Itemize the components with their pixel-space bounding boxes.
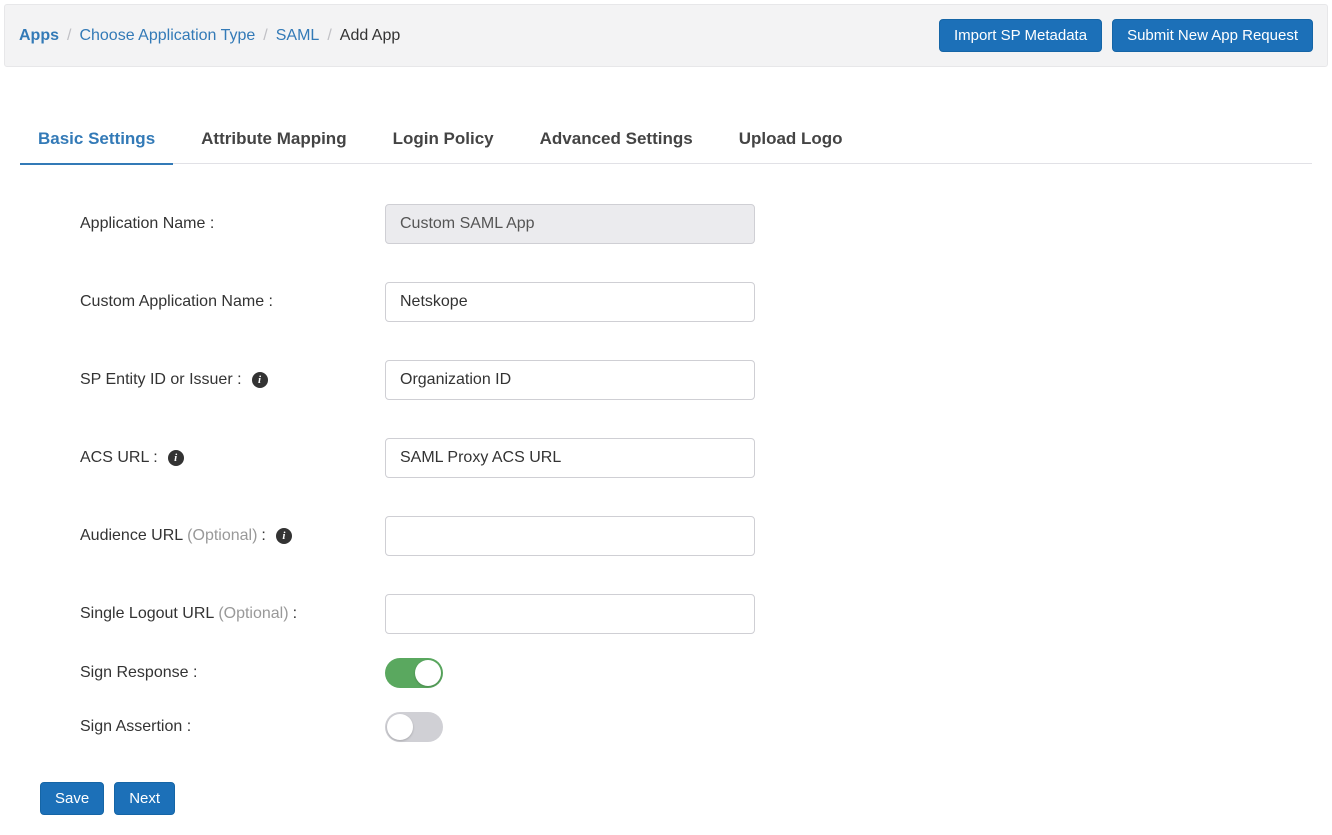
row-single-logout-url: Single Logout URL (Optional) : bbox=[80, 594, 1312, 634]
label-audience-main: Audience URL bbox=[80, 527, 183, 545]
row-acs-url: ACS URL : i bbox=[80, 438, 1312, 478]
toggle-knob bbox=[387, 714, 413, 740]
toggle-sign-assertion[interactable] bbox=[385, 712, 443, 742]
label-app-name: Application Name : bbox=[80, 215, 385, 233]
tabs: Basic Settings Attribute Mapping Login P… bbox=[20, 117, 1312, 164]
topbar-actions: Import SP Metadata Submit New App Reques… bbox=[939, 19, 1313, 52]
breadcrumb: Apps / Choose Application Type / SAML / … bbox=[19, 27, 400, 45]
input-acs-url[interactable] bbox=[385, 438, 755, 478]
tab-login-policy[interactable]: Login Policy bbox=[375, 117, 512, 163]
footer-actions: Save Next bbox=[20, 782, 1312, 815]
breadcrumb-choose-type[interactable]: Choose Application Type bbox=[79, 27, 255, 45]
label-audience-optional: (Optional) bbox=[187, 527, 257, 545]
row-sign-assertion: Sign Assertion : bbox=[80, 712, 1312, 742]
tab-upload-logo[interactable]: Upload Logo bbox=[721, 117, 861, 163]
row-audience-url: Audience URL (Optional) : i bbox=[80, 516, 1312, 556]
label-custom-app-name: Custom Application Name : bbox=[80, 293, 385, 311]
row-custom-app-name: Custom Application Name : bbox=[80, 282, 1312, 322]
label-audience-url: Audience URL (Optional) : i bbox=[80, 527, 385, 545]
tab-attribute-mapping[interactable]: Attribute Mapping bbox=[183, 117, 364, 163]
breadcrumb-sep: / bbox=[67, 27, 71, 45]
input-app-name bbox=[385, 204, 755, 244]
row-app-name: Application Name : bbox=[80, 204, 1312, 244]
breadcrumb-sep: / bbox=[327, 27, 331, 45]
info-icon[interactable]: i bbox=[252, 372, 268, 388]
input-single-logout-url[interactable] bbox=[385, 594, 755, 634]
next-button[interactable]: Next bbox=[114, 782, 175, 815]
label-slo-main: Single Logout URL bbox=[80, 605, 214, 623]
breadcrumb-apps[interactable]: Apps bbox=[19, 27, 59, 45]
label-single-logout-url: Single Logout URL (Optional) : bbox=[80, 605, 385, 623]
label-slo-optional: (Optional) bbox=[218, 605, 288, 623]
label-sp-entity: SP Entity ID or Issuer : i bbox=[80, 371, 385, 389]
label-sign-response: Sign Response : bbox=[80, 664, 385, 682]
tab-basic-settings[interactable]: Basic Settings bbox=[20, 117, 173, 163]
row-sp-entity: SP Entity ID or Issuer : i bbox=[80, 360, 1312, 400]
label-acs-url-text: ACS URL : bbox=[80, 449, 158, 467]
topbar: Apps / Choose Application Type / SAML / … bbox=[4, 4, 1328, 67]
toggle-sign-response[interactable] bbox=[385, 658, 443, 688]
save-button[interactable]: Save bbox=[40, 782, 104, 815]
breadcrumb-sep: / bbox=[263, 27, 267, 45]
info-icon[interactable]: i bbox=[276, 528, 292, 544]
breadcrumb-current: Add App bbox=[340, 27, 401, 45]
input-sp-entity[interactable] bbox=[385, 360, 755, 400]
submit-new-app-request-button[interactable]: Submit New App Request bbox=[1112, 19, 1313, 52]
input-custom-app-name[interactable] bbox=[385, 282, 755, 322]
toggle-knob bbox=[415, 660, 441, 686]
label-sp-entity-text: SP Entity ID or Issuer : bbox=[80, 371, 242, 389]
input-audience-url[interactable] bbox=[385, 516, 755, 556]
breadcrumb-saml[interactable]: SAML bbox=[276, 27, 320, 45]
row-sign-response: Sign Response : bbox=[80, 658, 1312, 688]
tab-advanced-settings[interactable]: Advanced Settings bbox=[522, 117, 711, 163]
form-area: Application Name : Custom Application Na… bbox=[20, 204, 1312, 742]
label-acs-url: ACS URL : i bbox=[80, 449, 385, 467]
info-icon[interactable]: i bbox=[168, 450, 184, 466]
label-slo-colon: : bbox=[293, 605, 297, 623]
import-sp-metadata-button[interactable]: Import SP Metadata bbox=[939, 19, 1102, 52]
label-audience-colon: : bbox=[261, 527, 265, 545]
content: Basic Settings Attribute Mapping Login P… bbox=[0, 117, 1332, 835]
